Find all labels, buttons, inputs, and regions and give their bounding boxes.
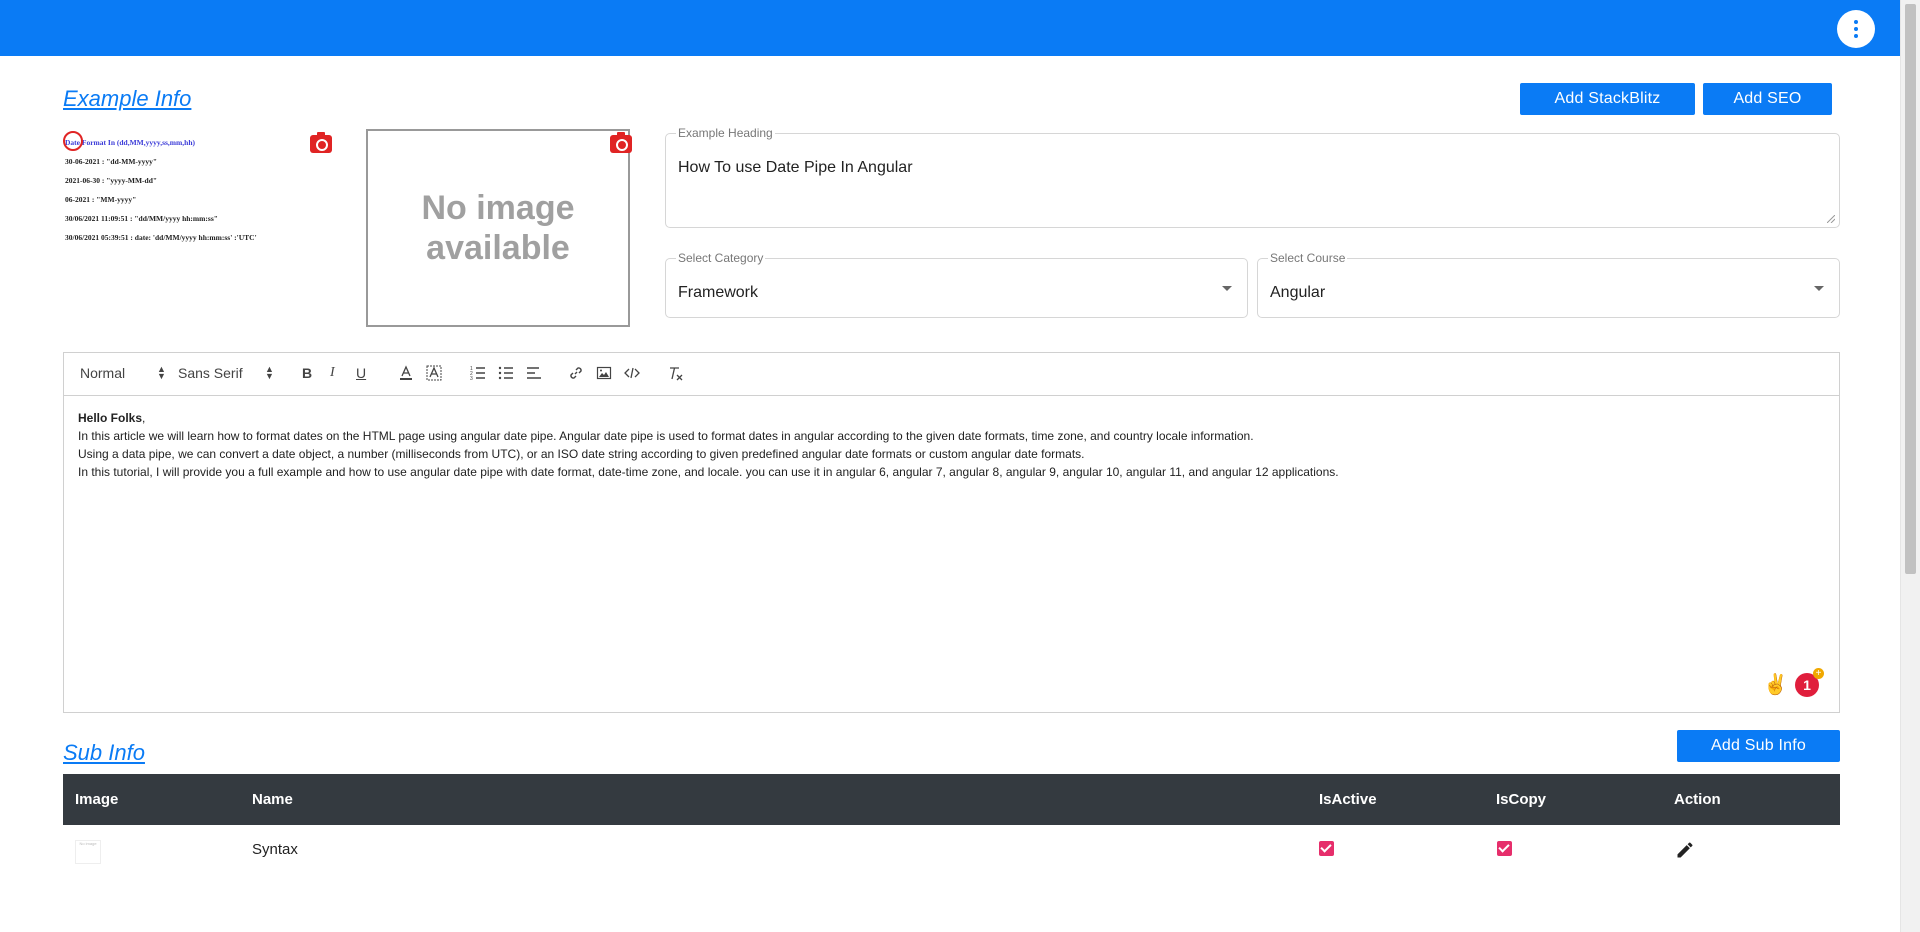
thumb-line: 2021-06-30 : "yyyy-MM-dd" (65, 176, 158, 185)
rich-text-editor[interactable]: Normal ▲ ▼ Sans Serif ▲ ▼ B I U 123 Hello … (63, 352, 1840, 713)
editor-paragraph: Using a data pipe, we can convert a date… (78, 447, 1085, 461)
thumb-line: 30/06/2021 11:09:51 : "dd/MM/yyyy hh:mm:… (65, 214, 218, 223)
dropdown-arrow-icon[interactable] (1814, 286, 1824, 291)
add-stackblitz-button[interactable]: Add StackBlitz (1520, 83, 1695, 115)
column-header-image: Image (75, 791, 119, 808)
sub-info-title: Sub Info (63, 740, 145, 765)
ordered-list-icon[interactable]: 123 (470, 365, 486, 381)
top-app-bar (0, 0, 1901, 56)
thumb-line: 30/06/2021 05:39:51 : date: 'dd/MM/yyyy … (65, 233, 257, 242)
no-image-text: No image available (421, 189, 575, 267)
table-row: No image Syntax (63, 825, 1840, 875)
course-label: Select Course (1268, 251, 1348, 265)
more-vert-icon[interactable] (1837, 10, 1875, 48)
example-heading-field[interactable]: Example Heading How To use Date Pipe In … (665, 126, 1840, 228)
course-select[interactable]: Select Course Angular (1257, 251, 1840, 318)
thumb-line: 06-2021 : "MM-yyyy" (65, 195, 137, 204)
category-select[interactable]: Select Category Framework (665, 251, 1248, 318)
example-heading-input[interactable]: How To use Date Pipe In Angular (678, 159, 913, 177)
add-seo-button[interactable]: Add SEO (1703, 83, 1832, 115)
code-block-icon[interactable] (624, 365, 640, 381)
svg-text:3: 3 (470, 376, 473, 381)
page-scrollbar[interactable] (1900, 0, 1920, 932)
select-arrows-icon: ▲ ▼ (265, 364, 274, 381)
bullet-list-icon[interactable] (498, 365, 514, 381)
example-info-title: Example Info (63, 86, 192, 111)
greeting-punct: , (142, 411, 146, 425)
underline-button[interactable]: U (356, 365, 366, 381)
italic-button[interactable]: I (330, 365, 335, 381)
background-color-icon[interactable] (426, 365, 442, 381)
course-value: Angular (1270, 284, 1326, 301)
thumb-line: Date Format In (dd,MM,yyyy,ss,mm,hh) (65, 138, 195, 147)
edit-pencil-icon[interactable] (1675, 840, 1695, 860)
select-arrows-icon: ▲ ▼ (157, 364, 166, 381)
badge-plus-icon: + (1813, 668, 1824, 679)
resize-handle-icon[interactable] (1827, 215, 1835, 223)
editor-paragraph: In this article we will learn how to for… (78, 429, 1254, 443)
editor-paragraph: In this tutorial, I will provide you a f… (78, 465, 1339, 479)
iscopy-checkbox[interactable] (1497, 841, 1512, 856)
remove-image-icon[interactable] (63, 131, 83, 151)
editor-greeting: Hello Folks, (78, 409, 1825, 427)
category-value: Framework (678, 284, 759, 301)
example-heading-label: Example Heading (676, 126, 775, 140)
column-header-isactive: IsActive (1319, 791, 1377, 808)
editor-content[interactable]: Hello Folks, In this article we will lea… (78, 409, 1825, 481)
emoji-extension-icon[interactable]: ✌ (1763, 672, 1788, 697)
no-image-placeholder: No image available (366, 129, 630, 327)
sub-info-table: Image Name IsActive IsCopy Action No ima… (63, 774, 1840, 875)
align-icon[interactable] (526, 365, 542, 381)
add-sub-info-button[interactable]: Add Sub Info (1677, 730, 1840, 762)
row-name: Syntax (252, 841, 298, 858)
column-header-iscopy: IsCopy (1496, 791, 1547, 808)
table-header: Image Name IsActive IsCopy Action (63, 774, 1840, 825)
camera-icon[interactable] (610, 132, 632, 153)
editor-toolbar: Normal ▲ ▼ Sans Serif ▲ ▼ B I U 123 (64, 353, 1839, 396)
bold-button[interactable]: B (302, 365, 312, 381)
row-image-thumbnail: No image (75, 840, 101, 864)
scrollbar-thumb[interactable] (1905, 4, 1916, 574)
text-color-icon[interactable] (398, 365, 414, 381)
camera-icon[interactable] (310, 132, 332, 153)
link-icon[interactable] (568, 365, 584, 381)
isactive-checkbox[interactable] (1319, 841, 1334, 856)
header-size-select[interactable]: Normal (80, 365, 125, 381)
column-header-name: Name (252, 791, 293, 808)
greeting-bold-text: Hello Folks (78, 411, 143, 425)
clear-format-icon[interactable] (667, 365, 683, 381)
category-label: Select Category (676, 251, 766, 265)
thumb-line: 30-06-2021 : "dd-MM-yyyy" (65, 157, 158, 166)
font-family-select[interactable]: Sans Serif (178, 365, 243, 381)
image-icon[interactable] (596, 365, 612, 381)
dropdown-arrow-icon[interactable] (1222, 286, 1232, 291)
column-header-action: Action (1674, 791, 1721, 808)
